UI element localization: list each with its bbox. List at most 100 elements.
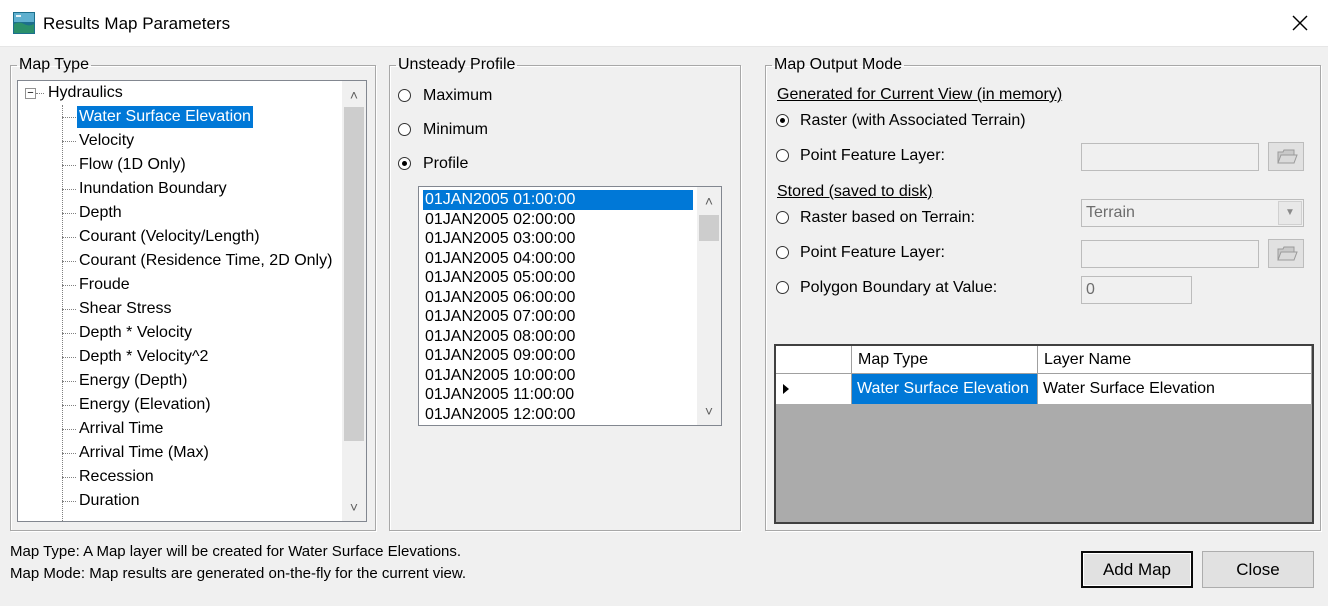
tree-item-label: Velocity — [79, 132, 135, 149]
radio-stored-point-layer-label: Point Feature Layer: — [800, 244, 945, 261]
list-item[interactable]: 01JAN2005 11:00:00 — [423, 385, 693, 405]
chevron-down-icon[interactable]: ▼ — [1278, 201, 1302, 225]
tree-item-label: Water Surface Elevation — [77, 106, 253, 128]
list-item[interactable]: 01JAN2005 01:00:00 — [423, 190, 693, 210]
current-row-arrow-icon — [783, 384, 789, 394]
tree-item[interactable]: Arrival Time — [18, 417, 340, 441]
polygon-value-field[interactable]: 0 — [1081, 276, 1192, 304]
radio-polygon-boundary[interactable] — [776, 281, 789, 294]
status-map-type: Map Type: A Map layer will be created fo… — [10, 543, 462, 560]
tree-item[interactable]: Depth * Velocity — [18, 321, 340, 345]
map-type-legend: Map Type — [19, 56, 89, 73]
tree-connector — [62, 189, 76, 190]
tree-item[interactable]: Water Surface Elevation — [18, 105, 340, 129]
stored-point-layer-field[interactable] — [1081, 240, 1259, 268]
profile-scrollbar[interactable]: ˄ ˅ — [697, 187, 721, 425]
radio-profile[interactable] — [398, 157, 411, 170]
list-item[interactable]: 01JAN2005 08:00:00 — [423, 327, 693, 347]
collapse-icon[interactable]: − — [25, 88, 36, 99]
tree-connector — [62, 165, 76, 166]
list-item[interactable]: 01JAN2005 06:00:00 — [423, 288, 693, 308]
tree-item-label: Froude — [79, 276, 130, 293]
tree-item[interactable]: Duration — [18, 489, 340, 513]
window-title: Results Map Parameters — [43, 14, 231, 33]
radio-raster-terrain-label: Raster based on Terrain: — [800, 209, 975, 226]
tree-item-label: Depth * Velocity — [79, 324, 192, 341]
tree-item[interactable]: Shear Stress — [18, 297, 340, 321]
tree-item[interactable]: Recession — [18, 465, 340, 489]
terrain-select[interactable]: Terrain ▼ — [1081, 199, 1304, 227]
grid-corner-header — [776, 346, 852, 374]
map-type-tree[interactable]: − Hydraulics Water Surface Elevation Velo… — [17, 80, 367, 522]
tree-connector — [62, 261, 76, 262]
row-selector[interactable] — [776, 374, 852, 404]
radio-raster-terrain[interactable] — [776, 211, 789, 224]
radio-profile-label: Profile — [423, 155, 469, 172]
tree-item[interactable]: Velocity — [18, 129, 340, 153]
list-item[interactable]: 01JAN2005 07:00:00 — [423, 307, 693, 327]
radio-raster-associated-label: Raster (with Associated Terrain) — [800, 112, 1026, 129]
list-item[interactable]: 01JAN2005 09:00:00 — [423, 346, 693, 366]
terrain-select-value: Terrain — [1086, 204, 1135, 221]
tree-item-label: Courant (Velocity/Length) — [79, 228, 260, 245]
add-map-button[interactable]: Add Map — [1081, 551, 1193, 588]
tree-connector — [62, 117, 76, 118]
tree-item[interactable]: Arrival Time (Max) — [18, 441, 340, 465]
tree-scrollbar[interactable]: ˄ ˅ — [342, 81, 366, 521]
list-item[interactable]: 01JAN2005 05:00:00 — [423, 268, 693, 288]
tree-item-label: Energy (Elevation) — [79, 396, 211, 413]
tree-root-hydraulics[interactable]: − Hydraulics — [18, 81, 340, 105]
folder-open-icon — [1277, 246, 1298, 261]
column-header-map-type[interactable]: Map Type — [852, 346, 1038, 374]
folder-open-icon — [1277, 149, 1298, 164]
radio-stored-point-layer[interactable] — [776, 246, 789, 259]
tree-item[interactable]: Energy (Elevation) — [18, 393, 340, 417]
close-button[interactable]: Close — [1202, 551, 1314, 588]
list-item[interactable]: 01JAN2005 04:00:00 — [423, 249, 693, 269]
tree-root-label: Hydraulics — [48, 84, 123, 101]
scroll-down-icon[interactable]: ˅ — [342, 495, 366, 519]
profile-list[interactable]: 01JAN2005 01:00:00 01JAN2005 02:00:00 01JA… — [418, 186, 722, 426]
radio-raster-associated[interactable] — [776, 114, 789, 127]
list-item[interactable]: 01JAN2005 10:00:00 — [423, 366, 693, 386]
scroll-thumb[interactable] — [344, 107, 364, 441]
tree-item[interactable]: Energy (Depth) — [18, 369, 340, 393]
tree-item-label: Energy (Depth) — [79, 372, 188, 389]
tree-item[interactable]: Inundation Boundary — [18, 177, 340, 201]
tree-item[interactable]: Depth * Velocity^2 — [18, 345, 340, 369]
scroll-down-icon[interactable]: ˅ — [697, 399, 721, 423]
tree-connector — [62, 357, 76, 358]
radio-minimum-label: Minimum — [423, 121, 488, 138]
tree-item[interactable]: Courant (Velocity/Length) — [18, 225, 340, 249]
scroll-thumb[interactable] — [699, 215, 719, 241]
radio-minimum[interactable] — [398, 123, 411, 136]
status-map-mode: Map Mode: Map results are generated on-t… — [10, 565, 467, 582]
list-item[interactable]: 01JAN2005 12:00:00 — [423, 405, 693, 425]
tree-item[interactable]: Froude — [18, 273, 340, 297]
radio-maximum-label: Maximum — [423, 87, 493, 104]
tree-item[interactable]: Flow (1D Only) — [18, 153, 340, 177]
tree-connector — [62, 213, 76, 214]
browse-point-layer-button[interactable] — [1268, 142, 1304, 171]
tree-connector — [62, 141, 76, 142]
list-item[interactable]: 01JAN2005 03:00:00 — [423, 229, 693, 249]
list-item[interactable]: 01JAN2005 02:00:00 — [423, 210, 693, 230]
close-icon[interactable] — [1288, 11, 1312, 35]
tree-item-label: Recession — [79, 468, 154, 485]
tree-connector — [62, 453, 76, 454]
radio-point-layer[interactable] — [776, 149, 789, 162]
tree-connector — [62, 381, 76, 382]
tree-item[interactable]: Courant (Residence Time, 2D Only) — [18, 249, 340, 273]
radio-maximum[interactable] — [398, 89, 411, 102]
point-layer-field[interactable] — [1081, 143, 1259, 171]
scroll-up-icon[interactable]: ˄ — [342, 83, 366, 107]
tree-item-label: Inundation Boundary — [79, 180, 227, 197]
table-cell-layer-name[interactable]: Water Surface Elevation — [1038, 374, 1312, 404]
table-cell-map-type[interactable]: Water Surface Elevation — [852, 374, 1038, 404]
column-header-layer-name[interactable]: Layer Name — [1038, 346, 1312, 374]
map-layers-grid[interactable]: Map Type Layer Name Water Surface Elevat… — [774, 344, 1314, 524]
scroll-up-icon[interactable]: ˄ — [697, 189, 721, 213]
tree-item-label: Depth — [79, 204, 122, 221]
tree-item[interactable]: Depth — [18, 201, 340, 225]
browse-stored-point-layer-button[interactable] — [1268, 239, 1304, 268]
